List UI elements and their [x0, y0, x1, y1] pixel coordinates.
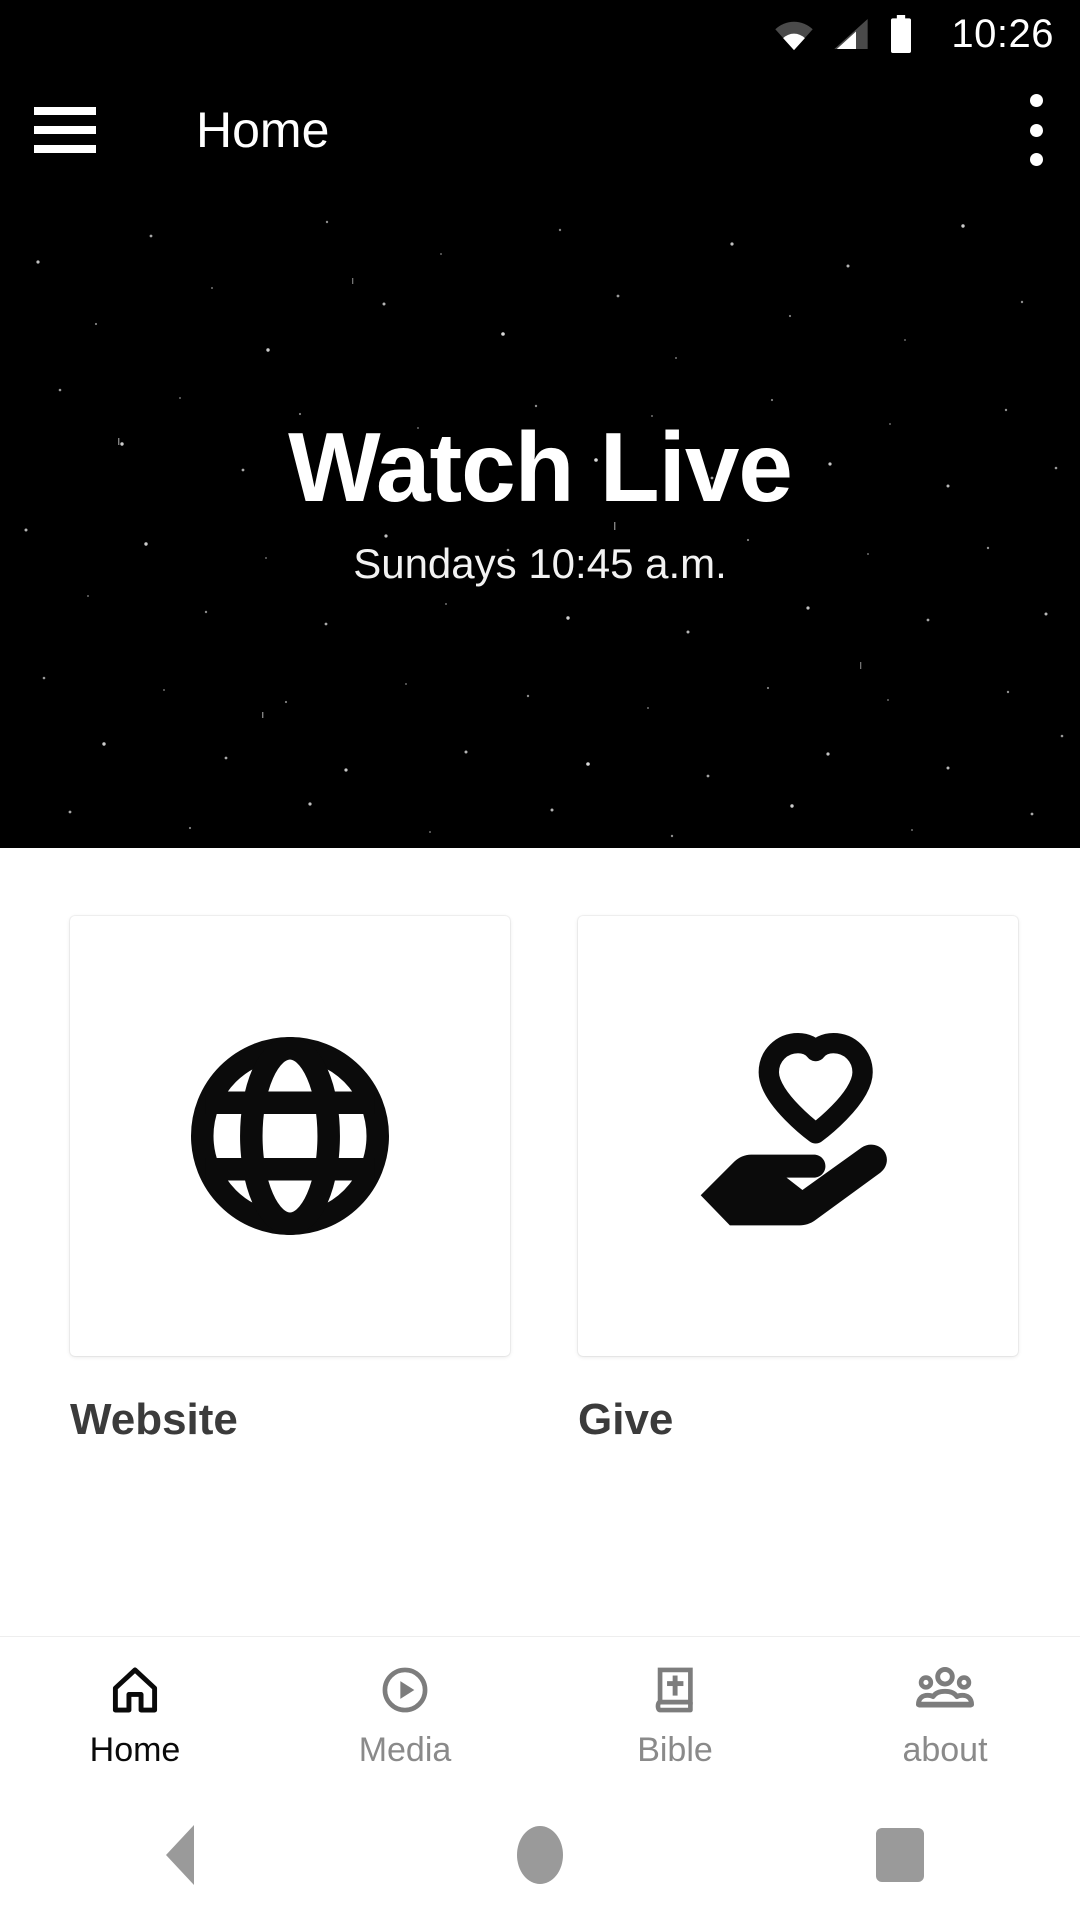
status-bar-icons: 10:26: [773, 14, 1054, 54]
tab-about[interactable]: about: [810, 1659, 1080, 1767]
tab-label-home: Home: [89, 1731, 181, 1769]
cellular-signal-icon: [834, 19, 869, 49]
book-cross-icon: [647, 1659, 703, 1721]
overflow-dot: [1029, 123, 1043, 137]
website-card[interactable]: [70, 916, 510, 1356]
people-group-icon: [914, 1659, 976, 1721]
tile-give: Give: [578, 916, 1018, 1444]
square-recents-icon: [876, 1828, 924, 1882]
hero-banner[interactable]: Watch Live Sundays 10:45 a.m.: [0, 192, 1080, 848]
app-screen: 10:26 Home Watch Live Sundays 10:45 a.m.…: [0, 0, 1080, 1920]
system-recents-button[interactable]: [825, 1805, 975, 1905]
triangle-back-icon: [166, 1825, 194, 1885]
tab-bible[interactable]: Bible: [540, 1659, 810, 1767]
circle-home-icon: [517, 1826, 563, 1884]
wifi-icon: [775, 21, 814, 51]
hero-title: Watch Live: [288, 412, 793, 523]
hamburger-bar: [34, 126, 96, 134]
house-icon: [107, 1659, 163, 1721]
play-circle-icon: [377, 1659, 433, 1721]
hamburger-bar: [34, 145, 96, 153]
more-vertical-icon[interactable]: [1026, 94, 1046, 166]
overflow-dot: [1029, 153, 1043, 166]
system-navigation-bar: [0, 1790, 1080, 1920]
tab-home[interactable]: Home: [0, 1659, 270, 1767]
system-home-button[interactable]: [465, 1805, 615, 1905]
tab-label-bible: Bible: [637, 1731, 713, 1769]
app-bar: Home: [0, 68, 1080, 192]
give-card[interactable]: [578, 916, 1018, 1356]
globe-icon: [191, 1037, 389, 1235]
battery-icon: [891, 15, 912, 53]
bottom-tab-bar: Home Media Bible about: [0, 1636, 1080, 1790]
hero-subtitle: Sundays 10:45 a.m.: [353, 540, 727, 588]
overflow-dot: [1029, 94, 1043, 107]
system-back-button[interactable]: [105, 1805, 255, 1905]
status-bar: 10:26: [0, 0, 1080, 68]
heart-in-hand-icon: [700, 1032, 887, 1226]
hamburger-menu-icon[interactable]: [34, 107, 96, 153]
tile-label-website: Website: [70, 1395, 238, 1444]
quick-link-grid: Website Give: [70, 916, 1018, 1444]
tab-label-about: about: [902, 1731, 988, 1769]
page-title: Home: [196, 102, 330, 158]
tab-media[interactable]: Media: [270, 1659, 540, 1767]
status-bar-clock: 10:26: [951, 12, 1054, 56]
hamburger-bar: [34, 107, 96, 115]
tile-label-give: Give: [578, 1395, 674, 1444]
tile-website: Website: [70, 916, 510, 1444]
tab-label-media: Media: [358, 1731, 452, 1769]
main-content: Website Give: [0, 848, 1080, 1636]
hero-text-block: Watch Live Sundays 10:45 a.m.: [288, 412, 793, 623]
